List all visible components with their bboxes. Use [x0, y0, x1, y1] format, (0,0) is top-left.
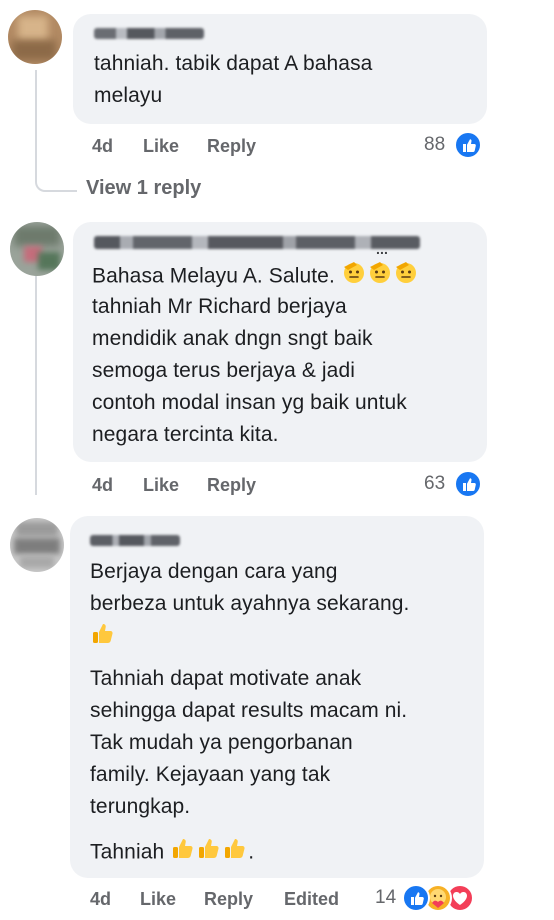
comment-text: semoga terus berjaya & jadi: [92, 359, 356, 382]
thread-line: [35, 70, 37, 180]
comment-text: family. Kejayaan yang tak: [90, 763, 331, 786]
reaction-count[interactable]: 88: [424, 134, 445, 156]
comment-text: berbeza untuk ayahnya sekarang.: [90, 592, 410, 615]
avatar[interactable]: [8, 10, 62, 64]
comment-text: terungkap.: [90, 795, 191, 818]
like-button[interactable]: Like: [143, 475, 179, 496]
thumbs-up-emoji: [90, 620, 116, 656]
avatar[interactable]: [10, 518, 64, 572]
saluting-face-emoji: [367, 259, 393, 295]
thumbs-up-emoji: [196, 835, 222, 871]
thumbs-up-emoji: [222, 835, 248, 871]
comment-text: Tak mudah ya pengorbanan: [90, 731, 353, 754]
comment-name-fragment: ...: [376, 241, 388, 257]
avatar[interactable]: [10, 222, 64, 276]
reaction-count[interactable]: 14: [375, 887, 396, 909]
reply-button[interactable]: Reply: [207, 136, 256, 157]
like-reaction-icon[interactable]: [454, 131, 482, 159]
like-reaction-icon[interactable]: [402, 884, 430, 912]
saluting-face-emoji: [341, 259, 367, 295]
comment-text: Berjaya dengan cara yang: [90, 560, 338, 583]
comment-time[interactable]: 4d: [92, 475, 113, 496]
thread-line-elbow: [35, 178, 77, 192]
commenter-name[interactable]: [90, 535, 180, 546]
commenter-name[interactable]: [94, 28, 204, 39]
reply-button[interactable]: Reply: [207, 475, 256, 496]
comment-time[interactable]: 4d: [90, 889, 111, 910]
comment-time[interactable]: 4d: [92, 136, 113, 157]
comment-text: Tahniah dapat motivate anak: [90, 667, 362, 690]
comment-text: negara tercinta kita.: [92, 423, 279, 446]
comment-text: sehingga dapat results macam ni.: [90, 699, 408, 722]
view-replies-link[interactable]: View 1 reply: [86, 177, 201, 200]
comment-text: contoh modal insan yg baik untuk: [92, 391, 407, 414]
thumbs-up-emoji: [170, 835, 196, 871]
like-button[interactable]: Like: [140, 889, 176, 910]
like-button[interactable]: Like: [143, 136, 179, 157]
comment-text: Tahniah .: [90, 835, 254, 871]
reaction-count[interactable]: 63: [424, 473, 445, 495]
edited-label[interactable]: Edited: [284, 889, 339, 910]
like-reaction-icon[interactable]: [454, 470, 482, 498]
comment-text: tahniah. tabik dapat A bahasa: [94, 52, 373, 75]
comment-text: mendidik anak dngn sngt baik: [92, 327, 373, 350]
comment-text: Bahasa Melayu A. Salute.: [92, 259, 419, 295]
reply-button[interactable]: Reply: [204, 889, 253, 910]
comment-text: [90, 620, 116, 656]
comment-text: melayu: [94, 84, 163, 107]
comment-text: tahniah Mr Richard berjaya: [92, 295, 347, 318]
saluting-face-emoji: [393, 259, 419, 295]
commenter-name[interactable]: [94, 236, 420, 249]
thread-line: [35, 270, 37, 495]
